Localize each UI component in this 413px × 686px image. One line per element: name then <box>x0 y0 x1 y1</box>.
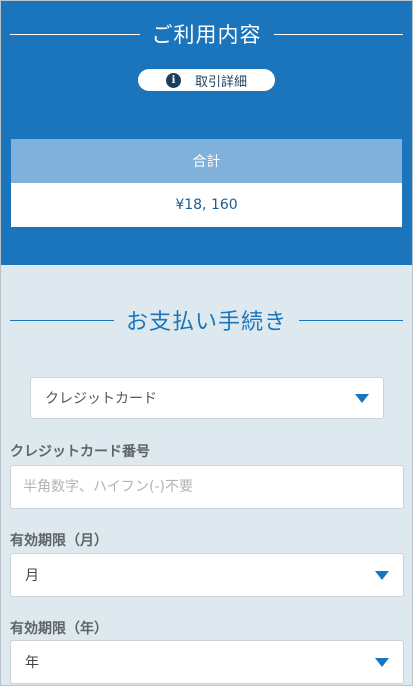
total-amount: ¥18, 160 <box>11 183 402 227</box>
heading-divider-left <box>10 319 114 321</box>
payment-title: お支払い手続き <box>126 310 288 335</box>
expiry-month-select[interactable]: 月 <box>10 553 404 597</box>
info-icon: i <box>165 72 181 88</box>
card-number-label: クレジットカード番号 <box>10 444 150 460</box>
dropdown-caret-icon <box>355 393 369 403</box>
total-label: 合計 <box>11 139 402 183</box>
card-number-input[interactable] <box>10 465 404 509</box>
payment-method-value: クレジットカード <box>45 391 157 407</box>
usage-heading: ご利用内容 <box>10 19 403 49</box>
payment-heading: お支払い手続き <box>10 303 404 337</box>
expiry-month-label: 有効期限（月） <box>10 533 108 549</box>
heading-divider-right <box>273 33 403 35</box>
transaction-details-button[interactable]: i 取引詳細 <box>138 69 275 91</box>
usage-section: ご利用内容 i 取引詳細 合計 ¥18, 160 <box>0 0 413 265</box>
usage-title: ご利用内容 <box>151 23 262 47</box>
payment-method-select[interactable]: クレジットカード <box>30 377 384 419</box>
transaction-details-label: 取引詳細 <box>194 74 247 90</box>
expiry-year-label: 有効期限（年） <box>10 621 108 637</box>
expiry-year-select[interactable]: 年 <box>10 640 404 684</box>
expiry-year-value: 年 <box>25 655 39 671</box>
heading-divider-left <box>10 33 140 35</box>
expiry-month-value: 月 <box>25 568 39 584</box>
heading-divider-right <box>299 319 404 321</box>
dropdown-caret-icon <box>375 657 389 667</box>
dropdown-caret-icon <box>375 570 389 580</box>
